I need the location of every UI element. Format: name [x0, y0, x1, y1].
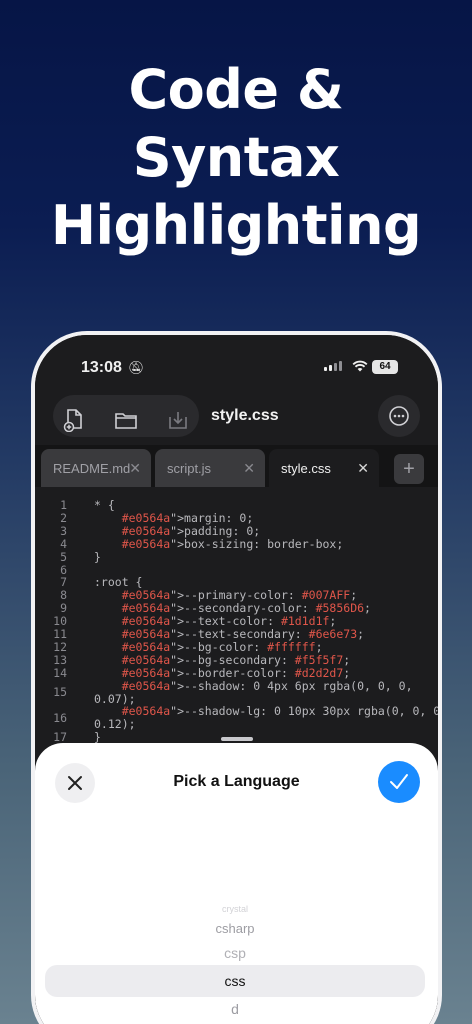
tab-bar: README.md ✕ script.js ✕ style.css ✕ +	[35, 445, 438, 487]
code-line: 13 #e0564a">--bg-secondary: #f5f5f7;	[35, 652, 438, 667]
tab-label: style.css	[281, 461, 331, 476]
code-line: 3 #e0564a">padding: 0;	[35, 523, 438, 538]
bell-slash-icon: 🔕︎	[128, 360, 145, 375]
line-number: 11	[53, 627, 67, 641]
picker-option-d[interactable]: d	[45, 993, 425, 1024]
code-text: #e0564a">box-sizing: border-box;	[121, 536, 344, 551]
signal-icon	[324, 361, 342, 371]
language-picker-sheet: Pick a Language crystal csharp csp css d	[35, 737, 438, 1024]
code-line: 12 #e0564a">--bg-color: #ffffff;	[35, 639, 438, 654]
line-number: 12	[53, 639, 67, 654]
open-folder-button[interactable]	[107, 401, 145, 439]
battery-indicator: 64	[372, 360, 398, 374]
phone-frame: 13:08 🔕︎ 64 style.css README.md ✕ script…	[31, 331, 442, 1024]
line-number: 15	[53, 685, 67, 700]
wifi-icon	[352, 359, 368, 376]
tab-label: script.js	[167, 461, 212, 476]
code-editor[interactable]: 1 * {2 #e0564a">margin: 0; 3 #e0564a">padd…	[35, 491, 438, 761]
close-tab-icon[interactable]: ✕	[357, 460, 369, 477]
line-number: 13	[53, 652, 67, 667]
code-line: 4 #e0564a">box-sizing: border-box;	[35, 536, 438, 551]
file-title: style.css	[211, 407, 279, 424]
status-bar: 13:08 🔕︎ 64	[35, 357, 438, 381]
tab-script[interactable]: script.js ✕	[155, 449, 265, 487]
code-line: 2 #e0564a">margin: 0;	[35, 510, 438, 525]
tab-readme[interactable]: README.md ✕	[41, 449, 151, 487]
sheet-grabber[interactable]	[221, 737, 253, 741]
code-text: }	[94, 549, 101, 564]
checkmark-icon	[390, 774, 408, 789]
code-line: 15 #e0564a">--shadow: 0 4px 6px rgba(0, …	[35, 678, 438, 706]
more-options-button[interactable]	[378, 395, 420, 437]
new-file-icon	[63, 409, 82, 432]
close-tab-icon[interactable]: ✕	[243, 460, 255, 477]
line-number: 3	[60, 523, 67, 538]
headline: Code & Syntax Highlighting	[0, 56, 472, 260]
tab-label: README.md	[53, 461, 131, 476]
toolbar: style.css	[35, 391, 438, 441]
headline-line-1: Code &	[128, 58, 344, 121]
line-number: 2	[60, 510, 67, 525]
ellipsis-icon	[389, 406, 409, 426]
code-line: 14 #e0564a">--border-color: #d2d2d7;	[35, 665, 438, 680]
status-time: 13:08	[81, 359, 122, 376]
headline-line-2: Syntax	[132, 126, 340, 189]
code-text: #e0564a">--shadow: 0 4px 6px rgba(0, 0, …	[94, 678, 413, 706]
code-line: 5}	[35, 549, 438, 564]
app-screen: 13:08 🔕︎ 64 style.css README.md ✕ script…	[35, 335, 438, 1024]
line-number: 5	[60, 549, 67, 564]
code-line: 16 #e0564a">--shadow-lg: 0 10px 30px rgb…	[35, 705, 438, 731]
new-file-button[interactable]	[55, 401, 93, 439]
close-tab-icon[interactable]: ✕	[129, 460, 141, 477]
toolbar-file-actions	[53, 395, 199, 437]
code-line: 1 * {	[35, 499, 438, 512]
language-picker[interactable]: crystal csharp csp css d	[45, 893, 425, 1024]
download-icon	[169, 412, 187, 429]
line-number: 1	[60, 498, 67, 512]
line-number: 14	[53, 665, 67, 680]
code-text: #e0564a">--shadow-lg: 0 10px 30px rgba(0…	[94, 704, 438, 732]
line-number: 16	[53, 710, 67, 725]
add-tab-button[interactable]: +	[394, 454, 424, 484]
confirm-button[interactable]	[378, 761, 420, 803]
folder-icon	[115, 413, 137, 429]
headline-line-3: Highlighting	[50, 194, 422, 257]
save-button[interactable]	[159, 401, 197, 439]
code-line: 11 #e0564a">--text-secondary: #6e6e73;	[35, 628, 438, 641]
tab-style[interactable]: style.css ✕	[269, 449, 379, 487]
line-number: 4	[60, 536, 67, 551]
